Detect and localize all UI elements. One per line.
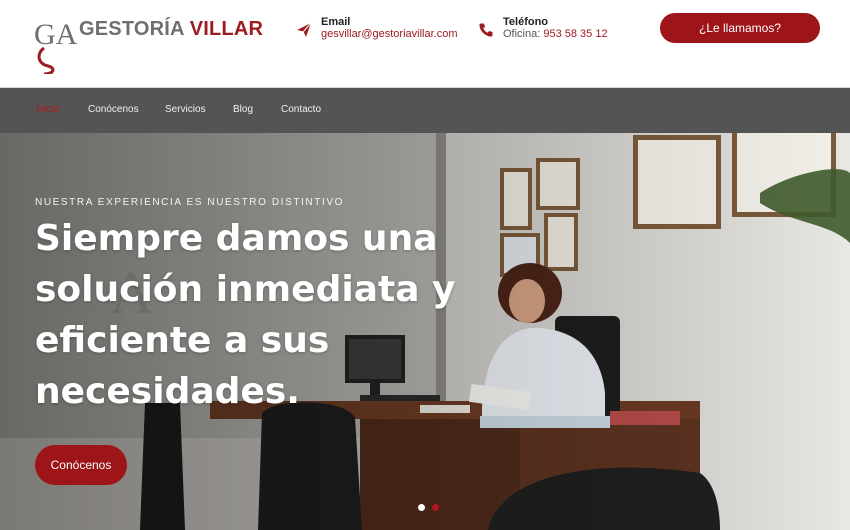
hero-headline-line: solución inmediata y <box>35 269 456 310</box>
phone-prefix: Oficina: <box>503 28 541 40</box>
nav-item-conocenos[interactable]: Conócenos <box>88 104 139 115</box>
email-contact[interactable]: Email gesvillar@gestoriavillar.com <box>296 16 466 44</box>
nav-item-contacto[interactable]: Contacto <box>281 104 321 115</box>
logo[interactable]: GA GESTORÍA VILLAR <box>34 14 264 74</box>
phone-label: Teléfono <box>503 16 549 28</box>
hero-conocenos-button[interactable]: Conócenos <box>35 445 127 485</box>
callback-button[interactable]: ¿Le llamamos? <box>660 13 820 43</box>
phone-number[interactable]: 953 58 35 12 <box>543 28 607 40</box>
hero-eyebrow: NUESTRA EXPERIENCIA ES NUESTRO DISTINTIV… <box>35 197 344 208</box>
hero-headline-line: Siempre damos una <box>35 218 438 259</box>
main-nav: Inicio Conócenos Servicios Blog Contacto <box>0 88 850 133</box>
hero-slider: A NUESTRA EXPERIENCIA ES NUESTRO DISTINT… <box>0 133 850 530</box>
paper-plane-icon <box>297 22 312 37</box>
logo-monogram: GA <box>34 18 78 74</box>
logo-word-2: VILLAR <box>189 18 264 40</box>
logo-wordmark: GESTORÍA VILLAR <box>79 18 263 41</box>
nav-item-blog[interactable]: Blog <box>233 104 253 115</box>
email-label: Email <box>321 16 351 28</box>
hero-headline-line: necesidades. <box>35 371 300 412</box>
nav-item-servicios[interactable]: Servicios <box>165 104 206 115</box>
logo-word-1: GESTORÍA <box>79 18 184 40</box>
phone-icon <box>479 23 493 37</box>
slider-dot-2[interactable] <box>432 504 439 511</box>
site-header: GA GESTORÍA VILLAR Email gesvillar@gesto… <box>0 0 850 88</box>
nav-item-inicio[interactable]: Inicio <box>36 104 59 115</box>
phone-contact[interactable]: Teléfono Oficina: 953 58 35 12 <box>478 16 638 44</box>
email-value[interactable]: gesvillar@gestoriavillar.com <box>321 28 458 40</box>
logo-monogram-text: GA <box>34 18 78 51</box>
slider-dot-1[interactable] <box>418 504 425 511</box>
phone-value[interactable]: Oficina: 953 58 35 12 <box>503 28 608 40</box>
hero-headline: Siempre damos una solución inmediata y e… <box>35 213 495 417</box>
hero-headline-line: eficiente a sus <box>35 320 330 361</box>
